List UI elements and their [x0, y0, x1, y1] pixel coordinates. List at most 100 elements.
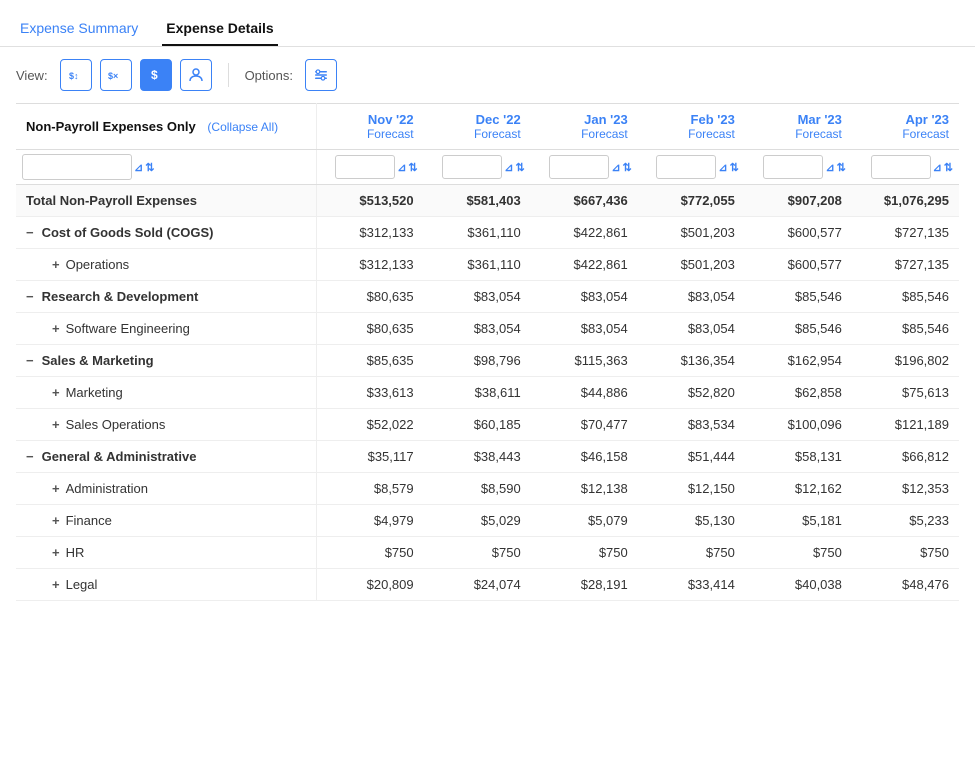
cell-value: $501,203 [638, 249, 745, 281]
cell-value: $35,117 [316, 441, 424, 473]
tab-expense-summary[interactable]: Expense Summary [16, 12, 142, 46]
row-label: General & Administrative [42, 449, 197, 464]
filter-icon-apr23[interactable]: ⊿ [933, 161, 942, 174]
col-header-feb23: Feb '23 Forecast [638, 104, 745, 150]
column-header-row: Non-Payroll Expenses Only (Collapse All)… [16, 104, 959, 150]
section-label: Non-Payroll Expenses Only [26, 119, 196, 134]
options-button[interactable] [305, 59, 337, 91]
row-label: Sales & Marketing [42, 353, 154, 368]
collapse-icon[interactable]: − [26, 353, 34, 368]
filter-icon-nov22[interactable]: ⊿ [397, 161, 406, 174]
sort-icon-apr23[interactable]: ⇅ [944, 161, 953, 174]
sort-icon-nov22[interactable]: ⇅ [408, 161, 417, 174]
filter-input-apr23[interactable] [871, 155, 931, 179]
sort-icon-mar23[interactable]: ⇅ [837, 161, 846, 174]
cell-value: $20,809 [316, 569, 424, 601]
expand-icon[interactable]: + [52, 481, 60, 496]
cell-value: $52,022 [316, 409, 424, 441]
cell-value: $38,443 [424, 441, 531, 473]
cell-value: $83,054 [424, 313, 531, 345]
filter-icon-mar23[interactable]: ⊿ [825, 161, 834, 174]
filter-icon-label[interactable]: ⊿ [134, 161, 143, 174]
cell-value: $772,055 [638, 185, 745, 217]
cell-value: $60,185 [424, 409, 531, 441]
cell-value: $83,054 [531, 281, 638, 313]
svg-text:$×: $× [108, 71, 118, 81]
row-label: HR [66, 545, 85, 560]
expand-icon[interactable]: + [52, 545, 60, 560]
expand-icon[interactable]: + [52, 385, 60, 400]
cell-value: $727,135 [852, 249, 959, 281]
cell-value: $422,861 [531, 217, 638, 249]
filter-input-feb23[interactable] [656, 155, 716, 179]
row-label: Finance [66, 513, 112, 528]
cell-value: $667,436 [531, 185, 638, 217]
cell-value: $38,611 [424, 377, 531, 409]
main-table-container: Non-Payroll Expenses Only (Collapse All)… [0, 103, 975, 601]
cell-value: $12,162 [745, 473, 852, 505]
expand-icon[interactable]: + [52, 417, 60, 432]
cell-value: $600,577 [745, 217, 852, 249]
collapse-icon[interactable]: − [26, 449, 34, 464]
filter-icon-jan23[interactable]: ⊿ [611, 161, 620, 174]
table-row: +Sales Operations$52,022$60,185$70,477$8… [16, 409, 959, 441]
sort-icon-label[interactable]: ⇅ [145, 161, 154, 174]
view-btn-per-person[interactable] [180, 59, 212, 91]
collapse-icon[interactable]: − [26, 225, 34, 240]
cell-value: $98,796 [424, 345, 531, 377]
cell-value: $33,414 [638, 569, 745, 601]
filter-icon-feb23[interactable]: ⊿ [718, 161, 727, 174]
cell-value: $361,110 [424, 249, 531, 281]
filter-input-nov22[interactable] [335, 155, 395, 179]
cell-value: $750 [316, 537, 424, 569]
table-row: +Legal$20,809$24,074$28,191$33,414$40,03… [16, 569, 959, 601]
sort-icon-dec22[interactable]: ⇅ [515, 161, 524, 174]
cell-value: $83,534 [638, 409, 745, 441]
collapse-icon[interactable]: − [26, 289, 34, 304]
cell-value: $312,133 [316, 217, 424, 249]
filter-input-mar23[interactable] [763, 155, 823, 179]
cell-value: $1,076,295 [852, 185, 959, 217]
expand-icon[interactable]: + [52, 257, 60, 272]
cell-value: $12,353 [852, 473, 959, 505]
cell-value: $750 [638, 537, 745, 569]
cell-value: $80,635 [316, 313, 424, 345]
cell-value: $581,403 [424, 185, 531, 217]
tab-expense-details[interactable]: Expense Details [162, 12, 277, 46]
filter-input-jan23[interactable] [549, 155, 609, 179]
expand-icon[interactable]: + [52, 321, 60, 336]
top-nav: Expense Summary Expense Details [0, 0, 975, 47]
filter-input-dec22[interactable] [442, 155, 502, 179]
cell-value: $52,820 [638, 377, 745, 409]
cell-value: $85,546 [745, 313, 852, 345]
cell-value: $4,979 [316, 505, 424, 537]
expand-icon[interactable]: + [52, 513, 60, 528]
row-label: Software Engineering [66, 321, 190, 336]
cell-value: $28,191 [531, 569, 638, 601]
cell-value: $58,131 [745, 441, 852, 473]
collapse-all-link[interactable]: (Collapse All) [207, 120, 278, 134]
cell-value: $5,029 [424, 505, 531, 537]
cell-value: $513,520 [316, 185, 424, 217]
cell-value: $12,138 [531, 473, 638, 505]
row-label: Legal [66, 577, 98, 592]
label-filter-input[interactable] [22, 154, 132, 180]
filter-row: ⊿ ⇅ ⊿ ⇅ ⊿ ⇅ ⊿ ⇅ [16, 150, 959, 185]
col-header-apr23: Apr '23 Forecast [852, 104, 959, 150]
cell-value: $750 [745, 537, 852, 569]
cell-value: $115,363 [531, 345, 638, 377]
table-row: +Administration$8,579$8,590$12,138$12,15… [16, 473, 959, 505]
view-btn-currency[interactable]: $ [140, 59, 172, 91]
row-label: Sales Operations [66, 417, 166, 432]
view-btn-absolute[interactable]: $↕ [60, 59, 92, 91]
table-row: −Sales & Marketing$85,635$98,796$115,363… [16, 345, 959, 377]
filter-icon-dec22[interactable]: ⊿ [504, 161, 513, 174]
cell-value: $121,189 [852, 409, 959, 441]
expand-icon[interactable]: + [52, 577, 60, 592]
col-header-nov22: Nov '22 Forecast [316, 104, 424, 150]
sort-icon-feb23[interactable]: ⇅ [730, 161, 739, 174]
cell-value: $40,038 [745, 569, 852, 601]
cell-value: $83,054 [638, 313, 745, 345]
view-btn-relative[interactable]: $× [100, 59, 132, 91]
sort-icon-jan23[interactable]: ⇅ [623, 161, 632, 174]
